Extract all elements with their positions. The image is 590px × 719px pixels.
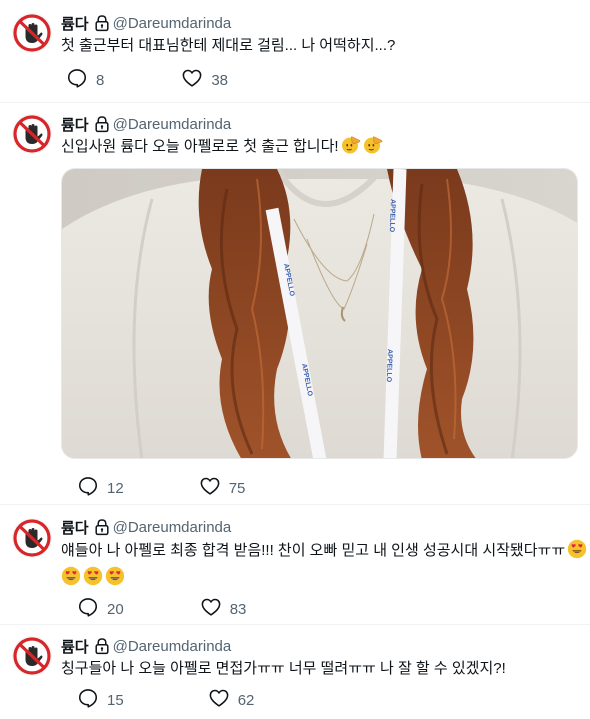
like-count: 38 (211, 71, 229, 89)
avatar[interactable] (12, 518, 52, 558)
like-button[interactable]: 83 (200, 596, 247, 623)
lanyard-text: APPELLO (388, 199, 396, 233)
reply-icon (66, 67, 88, 94)
tweet-text: 첫 출근부터 대표님한테 제대로 걸림... 나 어떡하지...? (61, 35, 581, 57)
heart-eyes-emoji (567, 539, 587, 566)
display-name[interactable]: 륨다 (61, 517, 89, 538)
display-name[interactable]: 륨다 (61, 114, 89, 135)
heart-eyes-emoji (83, 566, 103, 593)
user-handle[interactable]: @Dareumdarinda (113, 116, 232, 133)
heart-eyes-emoji (61, 566, 81, 593)
salute-face-emoji (363, 135, 383, 162)
like-button[interactable]: 38 (181, 67, 228, 94)
tweet-text-line (61, 566, 581, 593)
reply-button[interactable]: 15 (77, 687, 124, 714)
tweet-text-line: 얘들아 나 아펠로 최종 합격 받음!!! 찬이 오빠 믿고 내 인생 성공시대… (61, 539, 581, 566)
heart-icon (200, 596, 222, 623)
tweet-header: 륨다 @Dareumdarinda (61, 13, 232, 34)
reply-count: 15 (107, 691, 124, 709)
tweet-header: 륨다 @Dareumdarinda (61, 517, 232, 538)
like-count: 75 (228, 479, 246, 497)
reply-button[interactable]: 20 (77, 596, 124, 623)
avatar[interactable] (12, 13, 52, 53)
like-button[interactable]: 62 (208, 687, 255, 714)
lanyard-text: APPELLO (385, 349, 393, 383)
tweet-actions: 12 75 (77, 478, 245, 498)
tweet-1[interactable]: 륨다 @Dareumdarinda 첫 출근부터 대표님한테 제대로 걸림...… (0, 0, 590, 103)
lock-icon (94, 518, 110, 536)
reply-button[interactable]: 12 (77, 475, 124, 502)
tweet-text: 칭구들아 나 오늘 아펠로 면접가ㅠㅠ 너무 떨려ㅠㅠ 나 잘 할 수 있겠지?… (61, 658, 581, 680)
tweet-header: 륨다 @Dareumdarinda (61, 114, 232, 135)
user-handle[interactable]: @Dareumdarinda (113, 638, 232, 655)
tweet-text-line: 신입사원 륨다 오늘 아펠로로 첫 출근 합니다! (61, 135, 581, 162)
lock-icon (94, 14, 110, 32)
reply-count: 12 (107, 479, 124, 497)
tweet-actions: 15 62 (77, 690, 254, 710)
reply-count: 8 (96, 71, 105, 89)
avatar[interactable] (12, 114, 52, 154)
tweet-photo[interactable]: APPELLO APPELLO APPELLO APPELLO (61, 168, 578, 459)
reply-icon (77, 596, 99, 623)
user-handle[interactable]: @Dareumdarinda (113, 15, 232, 32)
like-count: 62 (237, 691, 255, 709)
avatar[interactable] (12, 636, 52, 676)
reply-button[interactable]: 8 (66, 67, 104, 94)
tweet-actions: 20 83 (77, 599, 246, 619)
heart-icon (199, 475, 221, 502)
tweet-text-line: 칭구들아 나 오늘 아펠로 면접가ㅠㅠ 너무 떨려ㅠㅠ 나 잘 할 수 있겠지?… (61, 660, 506, 677)
tweet-text: 얘들아 나 아펠로 최종 합격 받음!!! 찬이 오빠 믿고 내 인생 성공시대… (61, 539, 581, 593)
user-handle[interactable]: @Dareumdarinda (113, 519, 232, 536)
lock-icon (94, 637, 110, 655)
like-count: 83 (229, 600, 247, 618)
reply-icon (77, 475, 99, 502)
reply-count: 20 (107, 600, 124, 618)
tweet-text-line: 첫 출근부터 대표님한테 제대로 걸림... 나 어떡하지...? (61, 37, 396, 54)
display-name[interactable]: 륨다 (61, 13, 89, 34)
tweet-actions: 8 38 (66, 70, 228, 90)
heart-eyes-emoji (105, 566, 125, 593)
salute-face-emoji (341, 135, 361, 162)
tweet-3[interactable]: 륨다 @Dareumdarinda 얘들아 나 아펠로 최종 합격 받음!!! … (0, 505, 590, 625)
like-button[interactable]: 75 (199, 475, 246, 502)
heart-icon (208, 687, 230, 714)
reply-icon (77, 687, 99, 714)
tweet-4[interactable]: 륨다 @Dareumdarinda 칭구들아 나 오늘 아펠로 면접가ㅠㅠ 너무… (0, 625, 590, 719)
heart-icon (181, 67, 203, 94)
lock-icon (94, 115, 110, 133)
display-name[interactable]: 륨다 (61, 636, 89, 657)
tweet-header: 륨다 @Dareumdarinda (61, 636, 232, 657)
tweet-text: 신입사원 륨다 오늘 아펠로로 첫 출근 합니다! (61, 135, 581, 162)
